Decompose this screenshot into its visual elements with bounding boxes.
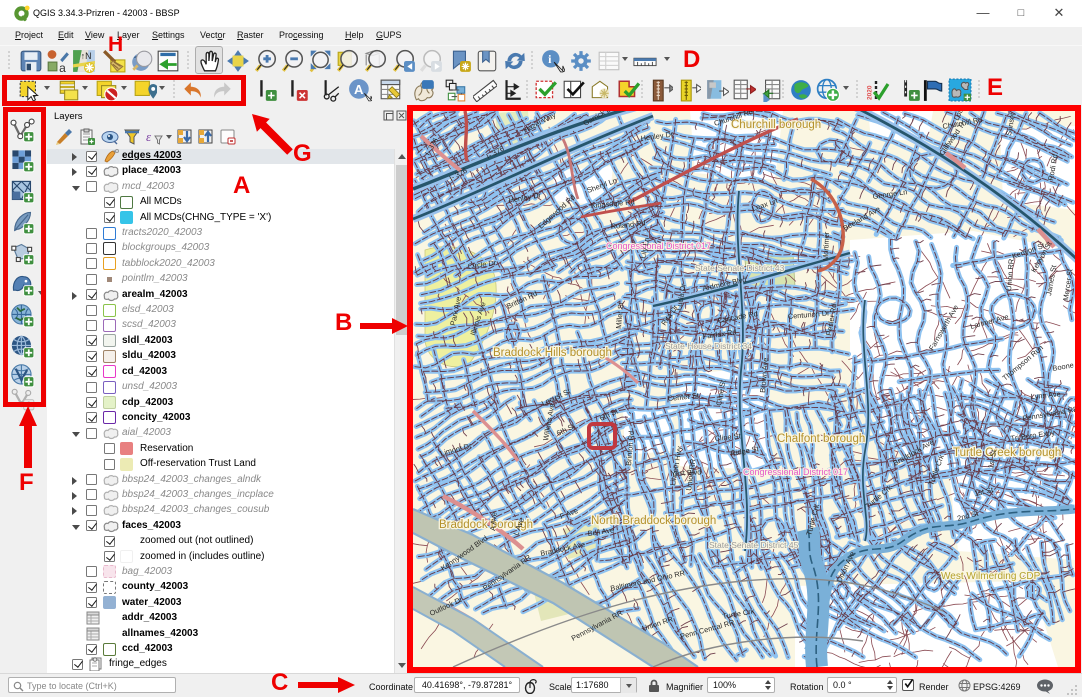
- svg-text:Mortimer: Mortimer: [821, 231, 831, 261]
- svg-text:A: A: [354, 82, 364, 97]
- svg-text:West Wilmerding CDP: West Wilmerding CDP: [941, 571, 1041, 582]
- svg-text:↑N: ↑N: [81, 51, 92, 61]
- svg-text:ε: ε: [146, 129, 152, 144]
- svg-text:Churchill borough: Churchill borough: [731, 119, 821, 131]
- svg-text:a: a: [59, 61, 66, 73]
- svg-text:Congressional District 017: Congressional District 017: [743, 467, 848, 477]
- svg-text:State Senate District 45: State Senate District 45: [709, 540, 799, 550]
- svg-text:2020: 2020: [867, 85, 874, 100]
- svg-text:A Ave: A Ave: [488, 512, 499, 531]
- svg-text:State Senate District 43: State Senate District 43: [695, 263, 785, 273]
- svg-text:State House District 34: State House District 34: [665, 341, 752, 351]
- svg-text:Chalfont borough: Chalfont borough: [777, 433, 865, 445]
- svg-text:Congressional District 017: Congressional District 017: [606, 241, 711, 251]
- svg-text:Braddock Hills borough: Braddock Hills borough: [493, 347, 612, 359]
- svg-text:Turtle Creek borough: Turtle Creek borough: [953, 447, 1061, 459]
